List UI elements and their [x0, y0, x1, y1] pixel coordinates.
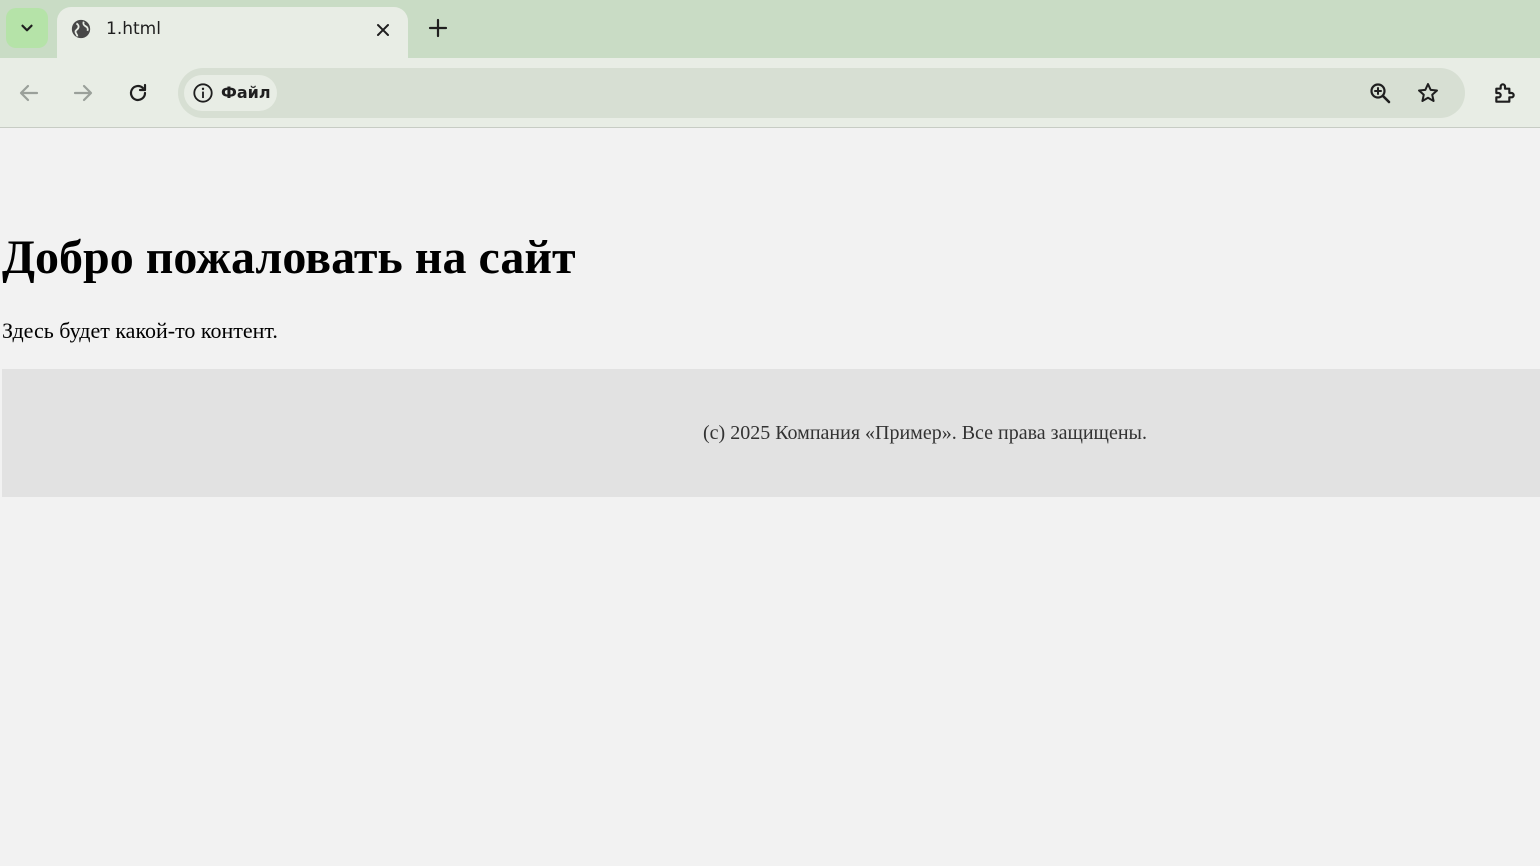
- site-chip-label: Файл: [221, 83, 271, 102]
- chevron-down-icon: [18, 19, 36, 37]
- page-title: Добро пожаловать на сайт: [2, 231, 576, 284]
- page-viewport: Добро пожаловать на сайт Здесь будет как…: [0, 129, 1540, 866]
- tab-title: 1.html: [106, 19, 161, 39]
- globe-icon: [70, 18, 92, 40]
- star-icon[interactable]: [1415, 80, 1441, 106]
- content-paragraph: Здесь будет какой-то контент.: [2, 318, 278, 343]
- browser-toolbar: Файл: [0, 58, 1540, 128]
- address-bar[interactable]: Файл: [178, 68, 1465, 118]
- back-arrow-icon: [17, 81, 41, 105]
- info-icon: [192, 82, 214, 104]
- zoom-icon[interactable]: [1367, 80, 1393, 106]
- tab-active[interactable]: 1.html: [57, 7, 408, 58]
- puzzle-icon: [1492, 80, 1518, 106]
- plus-icon: [428, 18, 448, 38]
- tab-strip: 1.html: [0, 0, 1540, 58]
- forward-button[interactable]: [68, 78, 98, 108]
- forward-arrow-icon: [71, 81, 95, 105]
- extensions-button[interactable]: [1490, 78, 1520, 108]
- tab-search-button[interactable]: [6, 8, 48, 48]
- close-icon[interactable]: [370, 17, 396, 43]
- site-info-chip[interactable]: Файл: [184, 75, 277, 111]
- reload-icon: [126, 81, 150, 105]
- new-tab-button[interactable]: [423, 13, 453, 43]
- back-button[interactable]: [14, 78, 44, 108]
- footer-copyright: (c) 2025 Компания «Пример». Все права за…: [703, 422, 1147, 444]
- reload-button[interactable]: [123, 78, 153, 108]
- page-footer: (c) 2025 Компания «Пример». Все права за…: [2, 369, 1540, 497]
